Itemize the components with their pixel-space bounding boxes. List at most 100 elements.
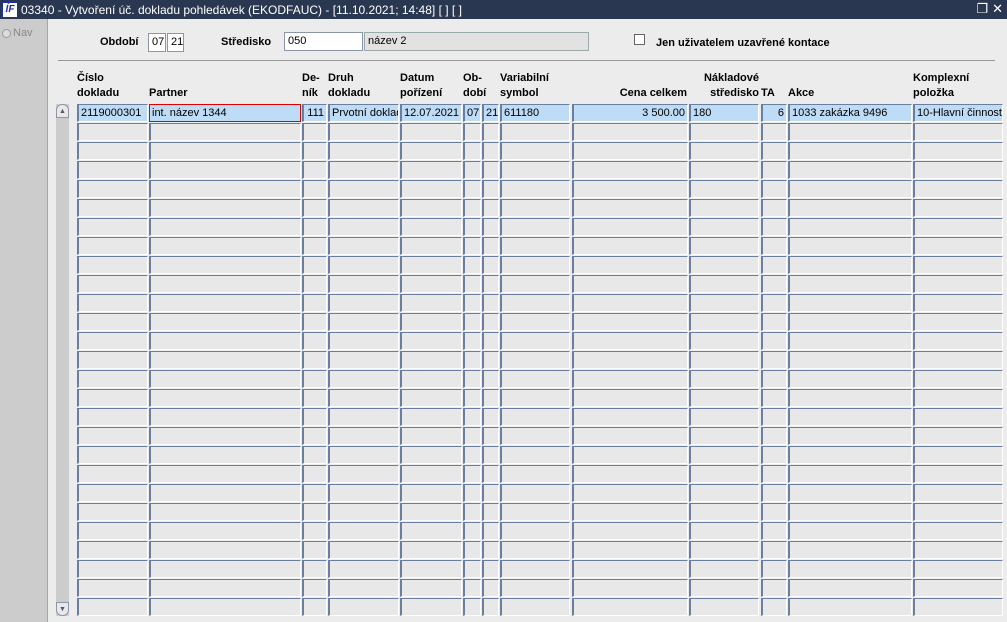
table-cell[interactable] — [463, 446, 481, 464]
table-cell[interactable] — [761, 598, 787, 616]
table-cell[interactable] — [302, 598, 327, 616]
table-cell[interactable] — [463, 161, 481, 179]
table-cell[interactable] — [788, 161, 912, 179]
table-cell[interactable] — [149, 218, 301, 236]
table-cell[interactable] — [761, 332, 787, 350]
table-cell[interactable] — [572, 465, 688, 483]
table-cell[interactable] — [500, 389, 570, 407]
table-cell[interactable] — [463, 427, 481, 445]
table-cell[interactable] — [77, 351, 148, 369]
table-cell[interactable] — [788, 389, 912, 407]
table-cell[interactable] — [149, 313, 301, 331]
table-cell[interactable] — [463, 484, 481, 502]
table-cell[interactable]: 10-Hlavní činnost — [913, 104, 1003, 122]
table-cell[interactable] — [788, 218, 912, 236]
table-cell[interactable] — [400, 484, 462, 502]
table-cell[interactable] — [482, 218, 499, 236]
table-cell[interactable] — [77, 598, 148, 616]
table-cell[interactable] — [572, 389, 688, 407]
table-cell[interactable] — [77, 199, 148, 217]
table-cell[interactable] — [689, 275, 759, 293]
table-cell[interactable] — [400, 446, 462, 464]
table-cell[interactable] — [761, 503, 787, 521]
table-cell[interactable] — [689, 256, 759, 274]
table-cell[interactable] — [788, 503, 912, 521]
table-cell[interactable] — [689, 465, 759, 483]
table-cell[interactable] — [689, 446, 759, 464]
table-cell[interactable] — [500, 560, 570, 578]
table-cell[interactable] — [572, 332, 688, 350]
table-cell[interactable] — [149, 294, 301, 312]
table-cell[interactable] — [482, 142, 499, 160]
table-cell[interactable] — [788, 484, 912, 502]
table-cell[interactable] — [500, 294, 570, 312]
table-cell[interactable] — [913, 237, 1003, 255]
table-cell[interactable] — [913, 313, 1003, 331]
table-cell[interactable] — [400, 199, 462, 217]
table-cell[interactable] — [482, 484, 499, 502]
table-cell[interactable] — [328, 313, 399, 331]
table-cell[interactable] — [77, 161, 148, 179]
table-cell[interactable] — [572, 237, 688, 255]
table-cell[interactable] — [482, 237, 499, 255]
table-cell[interactable] — [400, 142, 462, 160]
table-cell[interactable] — [328, 275, 399, 293]
table-cell[interactable] — [77, 465, 148, 483]
table-cell[interactable] — [482, 123, 499, 141]
table-cell[interactable] — [328, 446, 399, 464]
table-cell[interactable] — [400, 579, 462, 597]
table-cell[interactable] — [302, 370, 327, 388]
table-cell[interactable] — [788, 522, 912, 540]
table-cell[interactable] — [149, 237, 301, 255]
closed-contacts-checkbox[interactable] — [634, 34, 645, 45]
table-cell[interactable] — [400, 370, 462, 388]
table-cell[interactable] — [788, 560, 912, 578]
table-cell[interactable] — [328, 541, 399, 559]
table-cell[interactable] — [761, 275, 787, 293]
table-cell[interactable] — [788, 275, 912, 293]
table-cell[interactable]: 3 500.00 — [572, 104, 688, 122]
table-cell[interactable]: Prvotní doklad — [328, 104, 399, 122]
table-cell[interactable] — [761, 427, 787, 445]
table-cell[interactable] — [572, 408, 688, 426]
table-cell[interactable] — [500, 579, 570, 597]
table-cell[interactable] — [400, 180, 462, 198]
table-cell[interactable] — [572, 199, 688, 217]
table-cell[interactable] — [328, 503, 399, 521]
table-cell[interactable] — [788, 541, 912, 559]
table-cell[interactable] — [500, 199, 570, 217]
table-cell[interactable] — [482, 294, 499, 312]
table-cell[interactable] — [400, 161, 462, 179]
table-cell[interactable] — [149, 579, 301, 597]
table-cell[interactable] — [500, 465, 570, 483]
table-cell[interactable] — [913, 503, 1003, 521]
table-cell[interactable] — [913, 351, 1003, 369]
table-cell[interactable] — [400, 408, 462, 426]
table-cell[interactable]: 611180 — [500, 104, 570, 122]
table-cell[interactable] — [302, 199, 327, 217]
table-cell[interactable] — [572, 180, 688, 198]
table-cell[interactable] — [302, 579, 327, 597]
table-cell[interactable] — [689, 427, 759, 445]
table-cell[interactable] — [482, 275, 499, 293]
table-cell[interactable] — [689, 142, 759, 160]
table-cell[interactable] — [913, 180, 1003, 198]
table-cell[interactable] — [400, 560, 462, 578]
table-cell[interactable] — [689, 503, 759, 521]
table-cell[interactable] — [689, 598, 759, 616]
table-cell[interactable] — [572, 275, 688, 293]
table-cell[interactable]: 07 — [463, 104, 481, 122]
obdobi-year-input[interactable]: 21 — [167, 33, 184, 52]
table-cell[interactable] — [761, 465, 787, 483]
table-cell[interactable] — [302, 541, 327, 559]
table-cell[interactable] — [77, 237, 148, 255]
table-cell[interactable] — [77, 446, 148, 464]
table-cell[interactable] — [149, 560, 301, 578]
table-cell[interactable] — [500, 408, 570, 426]
stredisko-code-input[interactable]: 050 — [284, 32, 363, 51]
table-cell[interactable] — [572, 370, 688, 388]
obdobi-month-input[interactable]: 07 — [148, 33, 166, 52]
table-cell[interactable] — [149, 123, 301, 141]
table-cell[interactable] — [463, 351, 481, 369]
table-cell[interactable] — [77, 484, 148, 502]
